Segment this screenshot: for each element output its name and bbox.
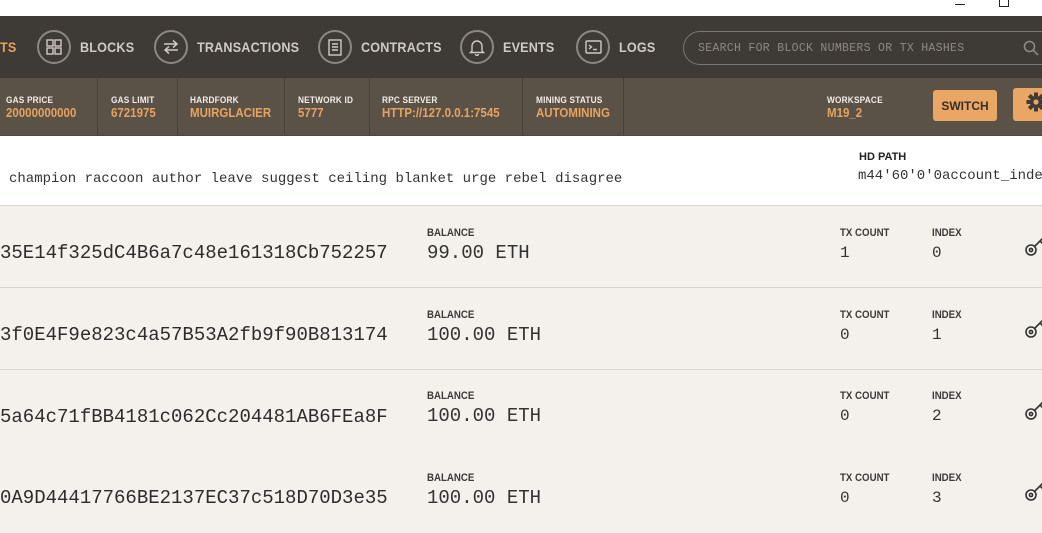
mnemonic-phrase: champion raccoon author leave suggest ce…	[9, 171, 622, 187]
index-label: INDEX	[932, 472, 962, 484]
search-box[interactable]	[683, 31, 1042, 65]
index-label: INDEX	[932, 309, 962, 321]
top-nav: TS BLOCKS TRANSACTIONS CONTRACTS EVENTS …	[0, 16, 1042, 78]
contracts-icon	[318, 30, 352, 64]
maximize-icon[interactable]	[999, 0, 1009, 7]
rpc-server-stat: RPC SERVER HTTP://127.0.0.1:7545	[370, 78, 523, 135]
key-icon[interactable]	[1024, 314, 1042, 345]
mnemonic-section: champion raccoon author leave suggest ce…	[0, 136, 1042, 206]
nav-transactions-label: TRANSACTIONS	[197, 39, 299, 55]
balance-label: BALANCE	[427, 309, 474, 321]
network-id-value: 5777	[298, 106, 363, 120]
workspace-value: M19_2	[827, 106, 918, 120]
index-label: INDEX	[932, 227, 962, 239]
gas-limit-value: 6721975	[111, 106, 172, 120]
bell-icon	[460, 30, 494, 64]
nav-blocks-label: BLOCKS	[80, 39, 134, 55]
gas-price-value: 20000000000	[6, 106, 90, 120]
key-icon[interactable]	[1024, 396, 1042, 427]
account-row[interactable]: 0A9D44417766BE2137EC37c518D70D3e35 BALAN…	[0, 451, 1042, 533]
network-id-label: NETWORK ID	[298, 95, 363, 105]
nav-logs-label: LOGS	[619, 39, 655, 55]
tx-count-label: TX COUNT	[840, 472, 889, 484]
account-row[interactable]: 5a64c71fBB4181c062Cc204481AB6FEa8F BALAN…	[0, 370, 1042, 452]
gas-limit-stat: GAS LIMIT 6721975	[98, 78, 178, 135]
account-balance: 99.00 ETH	[427, 242, 530, 264]
account-index: 1	[932, 326, 942, 344]
gear-icon	[1026, 92, 1042, 117]
nav-events-label: EVENTS	[503, 39, 554, 55]
tx-count-label: TX COUNT	[840, 227, 889, 239]
hardfork-stat: HARDFORK MUIRGLACIER	[178, 78, 285, 135]
account-index: 2	[932, 407, 942, 425]
nav-contracts-label: CONTRACTS	[361, 39, 442, 55]
workspace-stat: WORKSPACE M19_2	[826, 78, 926, 135]
settings-button[interactable]	[1013, 88, 1042, 121]
index-label: INDEX	[932, 390, 962, 402]
account-address: 0A9D44417766BE2137EC37c518D70D3e35	[0, 487, 388, 509]
switch-button[interactable]: SWITCH	[933, 90, 997, 121]
nav-accounts-label: TS	[0, 39, 16, 55]
nav-logs[interactable]: LOGS	[576, 28, 659, 66]
gas-limit-label: GAS LIMIT	[111, 95, 172, 105]
account-tx-count: 0	[840, 489, 850, 507]
search-icon[interactable]	[1023, 40, 1039, 61]
account-address: 35E14f325dC4B6a7c48e161318Cb752257	[0, 242, 388, 264]
rpc-server-value: HTTP://127.0.0.1:7545	[382, 106, 511, 120]
nav-transactions[interactable]: TRANSACTIONS	[154, 28, 311, 66]
account-index: 0	[932, 244, 942, 262]
nav-accounts[interactable]: TS	[0, 28, 18, 66]
window-titlebar	[0, 0, 1042, 16]
mining-status-value: AUTOMINING	[536, 106, 616, 120]
account-balance: 100.00 ETH	[427, 405, 541, 427]
terminal-icon	[576, 30, 610, 64]
rpc-server-label: RPC SERVER	[382, 95, 511, 105]
nav-events[interactable]: EVENTS	[460, 28, 560, 66]
nav-contracts[interactable]: CONTRACTS	[318, 28, 451, 66]
gas-price-stat: GAS PRICE 20000000000	[0, 78, 98, 135]
tx-count-label: TX COUNT	[840, 309, 889, 321]
account-address: 3f0E4F9e823c4a57B53A2fb9f90B813174	[0, 324, 388, 346]
status-bar: GAS PRICE 20000000000 GAS LIMIT 6721975 …	[0, 78, 1042, 136]
account-index: 3	[932, 489, 942, 507]
nav-blocks[interactable]: BLOCKS	[37, 28, 140, 66]
transactions-icon	[154, 30, 188, 64]
balance-label: BALANCE	[427, 390, 474, 402]
key-icon[interactable]	[1024, 232, 1042, 263]
balance-label: BALANCE	[427, 227, 474, 239]
account-balance: 100.00 ETH	[427, 324, 541, 346]
hd-path-value: m44'60'0'0account_inde	[858, 168, 1042, 184]
account-row[interactable]: 35E14f325dC4B6a7c48e161318Cb752257 BALAN…	[0, 206, 1042, 288]
hardfork-label: HARDFORK	[190, 95, 276, 105]
balance-label: BALANCE	[427, 472, 474, 484]
key-icon[interactable]	[1024, 477, 1042, 508]
tx-count-label: TX COUNT	[840, 390, 889, 402]
account-tx-count: 1	[840, 244, 850, 262]
account-address: 5a64c71fBB4181c062Cc204481AB6FEa8F	[0, 406, 388, 428]
search-input[interactable]	[696, 41, 1030, 56]
account-tx-count: 0	[840, 407, 850, 425]
mining-status-stat: MINING STATUS AUTOMINING	[523, 78, 624, 135]
account-row[interactable]: 3f0E4F9e823c4a57B53A2fb9f90B813174 BALAN…	[0, 288, 1042, 370]
account-tx-count: 0	[840, 326, 850, 344]
hardfork-value: MUIRGLACIER	[190, 106, 276, 120]
gas-price-label: GAS PRICE	[6, 95, 90, 105]
blocks-icon	[37, 30, 71, 64]
account-balance: 100.00 ETH	[427, 487, 541, 509]
hd-path-label: HD PATH	[859, 151, 906, 163]
mining-status-label: MINING STATUS	[536, 95, 616, 105]
minimize-icon[interactable]	[955, 0, 965, 5]
workspace-label: WORKSPACE	[827, 95, 918, 105]
network-id-stat: NETWORK ID 5777	[285, 78, 370, 135]
